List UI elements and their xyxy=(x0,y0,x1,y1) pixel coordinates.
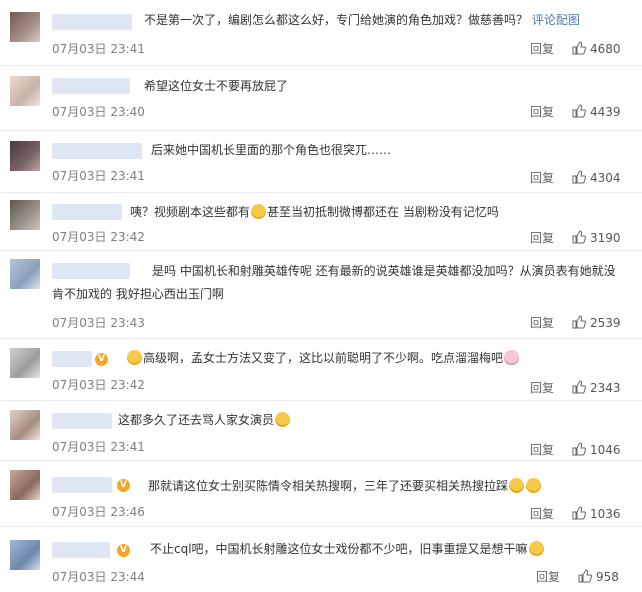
thumbs-up-icon[interactable] xyxy=(572,170,586,184)
thumbs-up-icon[interactable] xyxy=(578,569,592,583)
comment-time: 07月03日 23:41 xyxy=(52,169,145,183)
comment-item: 希望这位女士不要再放屁了 07月03日 23:40 回复 4439 xyxy=(0,65,642,131)
comment-text: 那就请这位女士别买陈情令相关热搜啊，三年了还要买相关热搜拉踩 xyxy=(148,476,542,497)
username[interactable] xyxy=(52,542,110,558)
like-count: 958 xyxy=(596,570,619,584)
emoji-icon xyxy=(127,350,142,365)
thumbs-up-icon[interactable] xyxy=(572,506,586,520)
like-count: 2343 xyxy=(590,381,621,395)
avatar[interactable] xyxy=(10,141,40,171)
emoji-icon xyxy=(251,204,267,219)
thumbs-up-icon[interactable] xyxy=(572,380,586,394)
username[interactable] xyxy=(52,143,142,159)
comment-body: 那就请这位女士别买陈情令相关热搜啊，三年了还要买相关热搜拉踩 xyxy=(148,479,509,493)
like-count: 4304 xyxy=(590,171,621,185)
emoji-icon xyxy=(509,478,525,493)
reply-button[interactable]: 回复 xyxy=(530,229,554,246)
like-count: 1036 xyxy=(590,507,621,521)
comment-text: 咦？视频剧本这些都有 甚至当初抵制微博都还在 当剧粉没有记忆吗 xyxy=(130,202,499,223)
emoji-icon xyxy=(504,350,520,365)
comment-text: 这都多久了还去骂人家女演员 xyxy=(118,410,291,431)
comment-item: 是吗 中国机长和射雕英雄传呢 还有最新的说英雄谁是英雄都没加吗？从演员表有她就没… xyxy=(0,250,642,339)
reply-button[interactable]: 回复 xyxy=(530,103,554,120)
comment-time: 07月03日 23:46 xyxy=(52,505,145,519)
username[interactable] xyxy=(52,351,92,367)
reply-button[interactable]: 回复 xyxy=(536,568,560,585)
like-count: 1046 xyxy=(590,443,621,457)
reply-button[interactable]: 回复 xyxy=(530,441,554,458)
comment-time: 07月03日 23:42 xyxy=(52,378,145,392)
emoji-icon xyxy=(275,412,291,427)
avatar[interactable] xyxy=(10,470,40,500)
verified-badge-icon: V xyxy=(117,544,130,557)
comment-body: 这都多久了还去骂人家女演员 xyxy=(118,413,275,427)
thumbs-up-icon[interactable] xyxy=(572,41,586,55)
comment-time: 07月03日 23:43 xyxy=(52,316,145,330)
avatar[interactable] xyxy=(10,200,40,230)
comment-body: 后来她中国机长里面的那个角色也很突兀…… xyxy=(151,143,392,157)
reply-button[interactable]: 回复 xyxy=(530,169,554,186)
verified-badge-icon: V xyxy=(117,479,130,492)
comment-body: 不止cql吧，中国机长射雕这位女士戏份都不少吧，旧事重提又是想干嘛 xyxy=(150,542,528,556)
comment-body-line2: 肯不加戏的 我好担心西出玉门啊 xyxy=(52,287,224,301)
thumbs-up-icon[interactable] xyxy=(572,230,586,244)
comment-item: 咦？视频剧本这些都有 甚至当初抵制微博都还在 当剧粉没有记忆吗 07月03日 23… xyxy=(0,192,642,251)
like-count: 2539 xyxy=(590,316,621,330)
username[interactable] xyxy=(52,14,132,30)
avatar[interactable] xyxy=(10,348,40,378)
comment-body: 高级啊，孟女士方法又变了，这比以前聪明了不少啊。吃点溜溜梅吧 xyxy=(143,351,504,365)
comment-item: V 高级啊，孟女士方法又变了，这比以前聪明了不少啊。吃点溜溜梅吧 07月03日 … xyxy=(0,338,642,401)
reply-button[interactable]: 回复 xyxy=(530,505,554,522)
avatar[interactable] xyxy=(10,540,40,570)
username[interactable] xyxy=(52,413,112,429)
thumbs-up-icon[interactable] xyxy=(572,442,586,456)
comment-item: 这都多久了还去骂人家女演员 07月03日 23:41 回复 1046 xyxy=(0,400,642,461)
comment-body-part2: 甚至当初抵制微博都还在 当剧粉没有记忆吗 xyxy=(267,205,499,219)
comment-text: 不止cql吧，中国机长射雕这位女士戏份都不少吧，旧事重提又是想干嘛 xyxy=(150,539,545,560)
comment-item: V 那就请这位女士别买陈情令相关热搜啊，三年了还要买相关热搜拉踩 07月03日 … xyxy=(0,460,642,527)
like-count: 4439 xyxy=(590,105,621,119)
comment-body-line1: 是吗 中国机长和射雕英雄传呢 还有最新的说英雄谁是英雄都没加吗？从演员表有她就没 xyxy=(152,264,616,278)
comment-time: 07月03日 23:40 xyxy=(52,105,145,119)
comment-text: 不是第一次了，编剧怎么都这么好，专门给她演的角色加戏？做慈善吗？ 评论配图 xyxy=(144,10,580,31)
like-count: 4680 xyxy=(590,42,621,56)
username[interactable] xyxy=(52,477,112,493)
avatar[interactable] xyxy=(10,12,40,42)
username[interactable] xyxy=(52,263,130,279)
reply-button[interactable]: 回复 xyxy=(530,314,554,331)
emoji-icon xyxy=(526,478,542,493)
comment-item: V 不止cql吧，中国机长射雕这位女士戏份都不少吧，旧事重提又是想干嘛 07月0… xyxy=(0,526,642,592)
comment-text: 高级啊，孟女士方法又变了，这比以前聪明了不少啊。吃点溜溜梅吧 xyxy=(126,348,520,369)
emoji-icon xyxy=(528,541,544,556)
comment-body: 不是第一次了，编剧怎么都这么好，专门给她演的角色加戏？做慈善吗？ xyxy=(144,13,529,27)
comment-body: 希望这位女士不要再放屁了 xyxy=(144,79,289,93)
username[interactable] xyxy=(52,204,122,220)
comment-time: 07月03日 23:41 xyxy=(52,440,145,454)
comment-image-link[interactable]: 评论配图 xyxy=(532,13,580,27)
verified-badge-icon: V xyxy=(95,353,108,366)
like-count: 3190 xyxy=(590,231,621,245)
username[interactable] xyxy=(52,78,130,94)
thumbs-up-icon[interactable] xyxy=(572,104,586,118)
comment-item: 后来她中国机长里面的那个角色也很突兀…… 07月03日 23:41 回复 430… xyxy=(0,130,642,193)
thumbs-up-icon[interactable] xyxy=(572,315,586,329)
comment-time: 07月03日 23:44 xyxy=(52,570,145,584)
comment-time: 07月03日 23:41 xyxy=(52,42,145,56)
reply-button[interactable]: 回复 xyxy=(530,40,554,57)
comment-body-part1: 咦？视频剧本这些都有 xyxy=(130,205,251,219)
comment-time: 07月03日 23:42 xyxy=(52,230,145,244)
avatar[interactable] xyxy=(10,410,40,440)
avatar[interactable] xyxy=(10,259,40,289)
comment-item: 不是第一次了，编剧怎么都这么好，专门给她演的角色加戏？做慈善吗？ 评论配图 07… xyxy=(0,0,642,66)
reply-button[interactable]: 回复 xyxy=(530,379,554,396)
avatar[interactable] xyxy=(10,76,40,106)
